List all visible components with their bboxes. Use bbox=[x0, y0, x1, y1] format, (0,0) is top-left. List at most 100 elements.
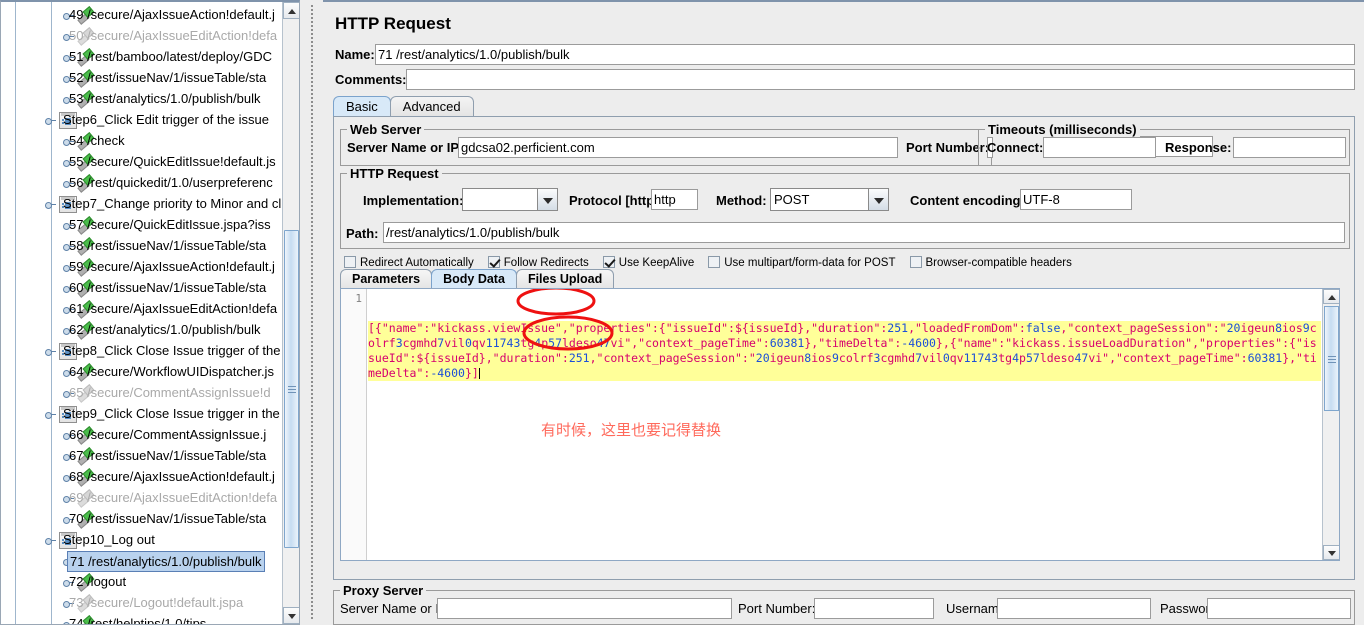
tree-expand-handle-icon[interactable] bbox=[45, 408, 56, 419]
tree-expand-handle-icon[interactable] bbox=[45, 345, 56, 356]
main-tab-bar: Basic Advanced bbox=[333, 96, 474, 117]
proxy-port-input[interactable] bbox=[814, 598, 934, 619]
tree-item-transaction-controller[interactable]: Step10_Log out bbox=[1, 529, 281, 550]
tree-item-http-sampler[interactable]: 56 /rest/quickedit/1.0/userpreferenc bbox=[1, 172, 281, 193]
checkbox-box-icon[interactable] bbox=[708, 256, 721, 268]
proxy-server-group-wrapper: Proxy Server Server Name or IP: Port Num… bbox=[333, 583, 1355, 625]
timeouts-group: Timeouts (milliseconds) Connect: Respons… bbox=[978, 122, 1350, 166]
editor-vertical-scrollbar[interactable] bbox=[1322, 289, 1339, 560]
tree-item-http-sampler[interactable]: 51 /rest/bamboo/latest/deploy/GDC bbox=[1, 46, 281, 67]
tree-item-http-sampler[interactable]: 52 /rest/issueNav/1/issueTable/sta bbox=[1, 67, 281, 88]
comments-row: Comments: bbox=[333, 69, 1355, 90]
proxy-server-name-input[interactable] bbox=[437, 598, 732, 619]
protocol-label: Protocol [http]: bbox=[569, 193, 663, 208]
checkbox-use-multipart-form-data-for-post[interactable]: Use multipart/form-data for POST bbox=[708, 255, 896, 271]
scrollbar-grip-icon bbox=[1328, 355, 1336, 363]
name-row: Name: 71 /rest/analytics/1.0/publish/bul… bbox=[333, 44, 1355, 65]
subtab-body-data[interactable]: Body Data bbox=[431, 269, 517, 289]
checkbox-box-icon[interactable] bbox=[909, 256, 922, 268]
checkbox-browser-compatible-headers[interactable]: Browser-compatible headers bbox=[909, 255, 1072, 271]
implementation-select[interactable] bbox=[462, 188, 558, 211]
page-title: HTTP Request bbox=[335, 14, 451, 33]
tree-item-http-sampler[interactable]: 62 /rest/analytics/1.0/publish/bulk bbox=[1, 319, 281, 340]
tree-node-list: 49 /secure/AjaxIssueAction!default.j 50 /… bbox=[1, 2, 281, 624]
tree-item-label: 49 /secure/AjaxIssueAction!default.j bbox=[69, 7, 275, 22]
tree-item-http-sampler[interactable]: 59 /secure/AjaxIssueAction!default.j bbox=[1, 256, 281, 277]
tree-item-http-sampler[interactable]: 69 /secure/AjaxIssueEditAction!defa bbox=[1, 487, 281, 508]
checkbox-box-icon[interactable] bbox=[344, 256, 356, 268]
scrollbar-thumb[interactable] bbox=[284, 230, 299, 548]
tree-item-label: 68 /secure/AjaxIssueAction!default.j bbox=[69, 469, 275, 484]
editor-line-number-gutter: 1 bbox=[341, 289, 367, 560]
subtab-parameters[interactable]: Parameters bbox=[340, 269, 433, 289]
tree-item-label: Step7_Change priority to Minor and clic bbox=[63, 196, 281, 211]
body-data-tab-bar: Parameters Body Data Files Upload bbox=[340, 269, 615, 289]
tab-basic[interactable]: Basic bbox=[333, 96, 391, 117]
checkbox-box-icon[interactable] bbox=[487, 256, 500, 268]
content-encoding-label: Content encoding: bbox=[910, 193, 1025, 208]
tree-item-http-sampler[interactable]: 49 /secure/AjaxIssueAction!default.j bbox=[1, 4, 281, 25]
tree-item-http-sampler[interactable]: 67 /rest/issueNav/1/issueTable/sta bbox=[1, 445, 281, 466]
tree-item-http-sampler[interactable]: 73 /secure/Logout!default.jspa bbox=[1, 592, 281, 613]
tree-item-transaction-controller[interactable]: Step8_Click Close Issue trigger of the i bbox=[1, 340, 281, 361]
tree-item-http-sampler[interactable]: 54 /check bbox=[1, 130, 281, 151]
tree-item-http-sampler[interactable]: 50 /secure/AjaxIssueEditAction!defa bbox=[1, 25, 281, 46]
http-request-group: HTTP Request Implementation: Protocol [h… bbox=[340, 166, 1350, 249]
tree-item-http-sampler[interactable]: 65 /secure/CommentAssignIssue!d bbox=[1, 382, 281, 403]
body-data-code[interactable]: [{"name":"kickass.viewIssue","properties… bbox=[368, 291, 1321, 560]
connect-timeout-label: Connect: bbox=[987, 140, 1044, 155]
tree-item-transaction-controller[interactable]: Step6_Click Edit trigger of the issue bbox=[1, 109, 281, 130]
connect-timeout-input[interactable] bbox=[1043, 137, 1156, 158]
tab-advanced[interactable]: Advanced bbox=[389, 96, 474, 117]
tree-item-http-sampler[interactable]: 58 /rest/issueNav/1/issueTable/sta bbox=[1, 235, 281, 256]
tree-expand-handle-icon[interactable] bbox=[45, 114, 56, 125]
tree-item-http-sampler[interactable]: 68 /secure/AjaxIssueAction!default.j bbox=[1, 466, 281, 487]
tree-item-transaction-controller[interactable]: Step9_Click Close Issue trigger in the t bbox=[1, 403, 281, 424]
subtab-files-upload[interactable]: Files Upload bbox=[515, 269, 615, 289]
checkbox-use-keepalive[interactable]: Use KeepAlive bbox=[602, 255, 694, 271]
tree-item-http-sampler[interactable]: 71 /rest/analytics/1.0/publish/bulk bbox=[1, 550, 281, 572]
editor-scroll-down-arrow-icon[interactable] bbox=[1323, 545, 1339, 560]
path-input[interactable]: /rest/analytics/1.0/publish/bulk bbox=[383, 222, 1345, 243]
tree-item-transaction-controller[interactable]: Step7_Change priority to Minor and clic bbox=[1, 193, 281, 214]
tree-item-http-sampler[interactable]: 55 /secure/QuickEditIssue!default.js bbox=[1, 151, 281, 172]
method-select[interactable]: POST bbox=[770, 188, 889, 211]
scroll-up-arrow-icon[interactable] bbox=[283, 2, 299, 19]
checkbox-box-icon[interactable] bbox=[602, 256, 615, 268]
tree-expand-handle-icon[interactable] bbox=[45, 198, 56, 209]
response-timeout-input[interactable] bbox=[1233, 137, 1346, 158]
tree-item-http-sampler[interactable]: 53 /rest/analytics/1.0/publish/bulk bbox=[1, 88, 281, 109]
comments-input[interactable] bbox=[406, 69, 1355, 90]
text-caret bbox=[478, 368, 480, 379]
body-data-editor[interactable]: 1 [{"name":"kickass.viewIssue","properti… bbox=[340, 288, 1340, 561]
tree-scroll-area[interactable]: 49 /secure/AjaxIssueAction!default.j 50 /… bbox=[1, 2, 281, 624]
tree-item-http-sampler[interactable]: 60 /rest/issueNav/1/issueTable/sta bbox=[1, 277, 281, 298]
line-number: 1 bbox=[355, 292, 362, 305]
tree-item-http-sampler[interactable]: 64 /secure/WorkflowUIDispatcher.js bbox=[1, 361, 281, 382]
scroll-down-arrow-icon[interactable] bbox=[283, 607, 299, 624]
code-segment-1: [{"name":"kickass.viewIssue","properties… bbox=[368, 321, 735, 335]
chevron-down-icon[interactable] bbox=[868, 189, 888, 210]
tree-item-http-sampler[interactable]: 61 /secure/AjaxIssueEditAction!defa bbox=[1, 298, 281, 319]
name-input[interactable]: 71 /rest/analytics/1.0/publish/bulk bbox=[375, 44, 1355, 65]
tree-item-http-sampler[interactable]: 74 /rest/helptips/1.0/tips bbox=[1, 613, 281, 624]
timeouts-legend: Timeouts (milliseconds) bbox=[985, 122, 1140, 137]
tree-item-http-sampler[interactable]: 70 /rest/issueNav/1/issueTable/sta bbox=[1, 508, 281, 529]
tree-item-http-sampler[interactable]: 72 /logout bbox=[1, 571, 281, 592]
proxy-username-input[interactable] bbox=[997, 598, 1151, 619]
chevron-down-icon[interactable] bbox=[537, 189, 557, 210]
content-encoding-input[interactable]: UTF-8 bbox=[1020, 189, 1132, 210]
panel-splitter[interactable] bbox=[301, 0, 323, 625]
proxy-password-input[interactable] bbox=[1207, 598, 1351, 619]
protocol-input[interactable]: http bbox=[651, 189, 698, 210]
basic-tab-content: Web Server Server Name or IP: gdcsa02.pe… bbox=[333, 116, 1355, 580]
editor-scroll-up-arrow-icon[interactable] bbox=[1323, 289, 1339, 304]
tree-item-http-sampler[interactable]: 57 /secure/QuickEditIssue.jspa?iss bbox=[1, 214, 281, 235]
editor-scrollbar-thumb[interactable] bbox=[1324, 306, 1339, 411]
tree-item-label: 70 /rest/issueNav/1/issueTable/sta bbox=[69, 511, 267, 526]
tree-expand-handle-icon[interactable] bbox=[45, 534, 56, 545]
implementation-label: Implementation: bbox=[363, 193, 464, 208]
tree-item-http-sampler[interactable]: 66 /secure/CommentAssignIssue.j bbox=[1, 424, 281, 445]
server-name-input[interactable]: gdcsa02.perficient.com bbox=[458, 137, 898, 158]
tree-vertical-scrollbar[interactable] bbox=[282, 2, 299, 624]
